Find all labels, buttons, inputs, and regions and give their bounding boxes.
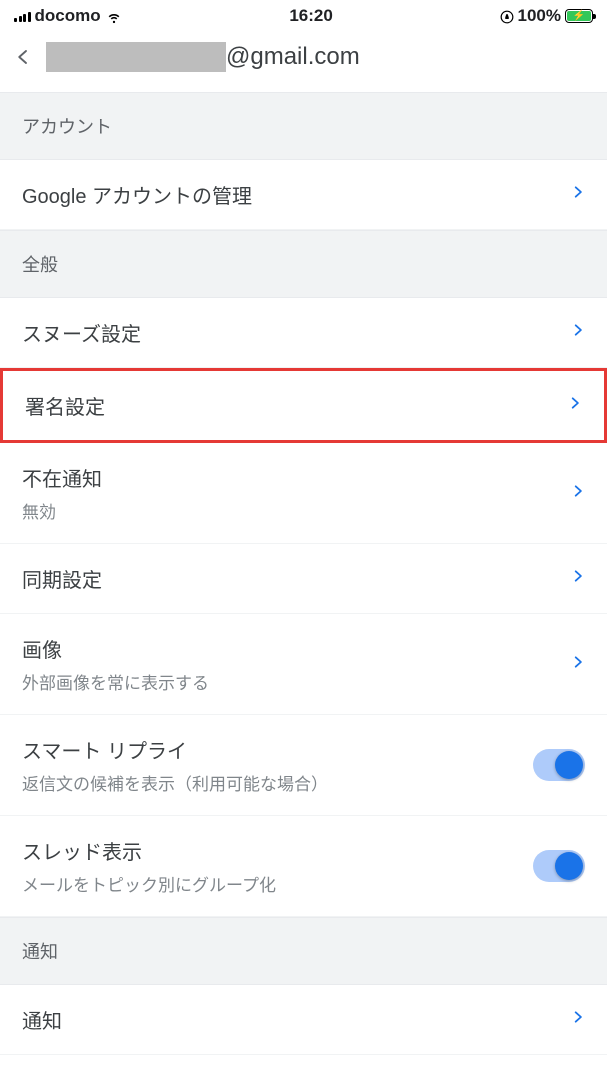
section-header-notifications: 通知 bbox=[0, 917, 607, 985]
row-out-of-office[interactable]: 不在通知 無効 bbox=[0, 443, 607, 544]
cellular-signal-icon bbox=[14, 10, 31, 22]
row-title: 署名設定 bbox=[25, 391, 105, 420]
row-subtitle: 返信文の候補を表示（利用可能な場合） bbox=[22, 770, 328, 795]
chevron-right-icon bbox=[571, 181, 585, 208]
chevron-right-icon bbox=[571, 480, 585, 507]
orientation-lock-icon bbox=[500, 9, 514, 23]
smart-reply-toggle[interactable] bbox=[533, 749, 585, 781]
charging-bolt-icon: ⚡ bbox=[573, 11, 585, 22]
toggle-knob bbox=[555, 751, 583, 779]
status-bar: docomo 16:20 100% ⚡ bbox=[0, 0, 607, 30]
row-title: 画像 bbox=[22, 634, 209, 663]
carrier-label: docomo bbox=[35, 6, 101, 26]
battery-icon: ⚡ bbox=[565, 9, 593, 23]
row-snooze[interactable]: スヌーズ設定 bbox=[0, 298, 607, 368]
row-title: 不在通知 bbox=[22, 463, 102, 492]
thread-view-toggle[interactable] bbox=[533, 850, 585, 882]
toggle-knob bbox=[555, 852, 583, 880]
row-title: 通知 bbox=[22, 1005, 62, 1034]
row-title: Google アカウントの管理 bbox=[22, 180, 252, 209]
clock: 16:20 bbox=[289, 6, 332, 26]
redacted-email-prefix bbox=[46, 42, 226, 72]
row-subtitle: 無効 bbox=[22, 498, 102, 523]
chevron-right-icon bbox=[571, 319, 585, 346]
row-subtitle: 外部画像を常に表示する bbox=[22, 669, 209, 694]
row-sync[interactable]: 同期設定 bbox=[0, 544, 607, 614]
section-header-account: アカウント bbox=[0, 92, 607, 160]
row-title: スヌーズ設定 bbox=[22, 318, 141, 347]
row-signature[interactable]: 署名設定 bbox=[0, 368, 607, 443]
row-title: スマート リプライ bbox=[22, 735, 328, 764]
chevron-right-icon bbox=[571, 565, 585, 592]
status-right: 100% ⚡ bbox=[500, 6, 593, 26]
chevron-right-icon bbox=[571, 1006, 585, 1033]
back-button[interactable] bbox=[14, 43, 32, 71]
row-notifications[interactable]: 通知 bbox=[0, 985, 607, 1055]
row-thread-view: スレッド表示 メールをトピック別にグループ化 bbox=[0, 816, 607, 917]
section-header-general: 全般 bbox=[0, 230, 607, 298]
row-images[interactable]: 画像 外部画像を常に表示する bbox=[0, 614, 607, 715]
email-suffix: @gmail.com bbox=[226, 43, 360, 71]
row-smart-reply: スマート リプライ 返信文の候補を表示（利用可能な場合） bbox=[0, 715, 607, 816]
page-title: @gmail.com bbox=[46, 42, 360, 72]
wifi-icon bbox=[105, 9, 123, 23]
row-manage-account[interactable]: Google アカウントの管理 bbox=[0, 160, 607, 230]
chevron-left-icon bbox=[14, 43, 32, 71]
chevron-right-icon bbox=[571, 651, 585, 678]
row-subtitle: メールをトピック別にグループ化 bbox=[22, 871, 276, 896]
battery-percent: 100% bbox=[518, 6, 561, 26]
page-header: @gmail.com bbox=[0, 30, 607, 92]
status-left: docomo bbox=[14, 6, 123, 26]
chevron-right-icon bbox=[568, 392, 582, 419]
row-title: 同期設定 bbox=[22, 564, 102, 593]
row-title: スレッド表示 bbox=[22, 836, 276, 865]
